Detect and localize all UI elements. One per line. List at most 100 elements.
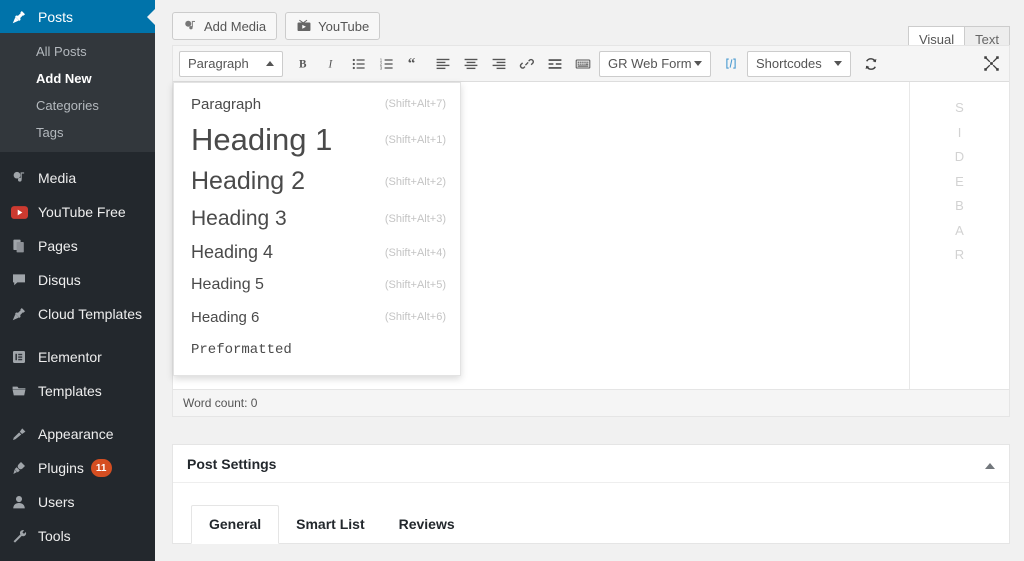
sidebar-item-label: Elementor: [38, 349, 102, 365]
tab-reviews[interactable]: Reviews: [382, 506, 472, 543]
sidebar-item-cloud-templates[interactable]: Cloud Templates: [0, 297, 155, 331]
sidebar-item-tools[interactable]: Tools: [0, 519, 155, 553]
tab-general[interactable]: General: [191, 505, 280, 544]
sidebar-item-label: Users: [38, 494, 75, 510]
post-settings-title: Post Settings: [187, 455, 277, 472]
format-option-heading-3[interactable]: Heading 3 (Shift+Alt+3): [174, 201, 460, 236]
pages-icon: [9, 238, 29, 254]
format-option-shortcut: (Shift+Alt+6): [384, 311, 446, 323]
svg-text:I: I: [327, 58, 333, 70]
svg-text:“: “: [408, 56, 416, 72]
bold-button[interactable]: B: [289, 50, 317, 78]
sidebar-letter: E: [955, 173, 964, 189]
shortcodes-select[interactable]: Shortcodes: [747, 50, 851, 77]
editor-statusbar: Word count: 0: [172, 390, 1010, 417]
italic-button[interactable]: I: [317, 50, 345, 78]
format-option-shortcut: (Shift+Alt+7): [384, 98, 446, 110]
sidebar-item-label: Disqus: [38, 272, 81, 288]
media-buttons-row: Add Media YouTube Visual Text: [172, 12, 1010, 54]
format-option-heading-1[interactable]: Heading 1 (Shift+Alt+1): [174, 118, 460, 162]
gr-web-form-select[interactable]: GR Web Form: [599, 50, 711, 77]
sidebar-item-disqus[interactable]: Disqus: [0, 263, 155, 297]
chevron-down-icon: [834, 61, 842, 66]
gr-web-form-label: GR Web Form: [608, 56, 692, 71]
sidebar-item-label: Tools: [38, 528, 71, 544]
sidebar-item-label: Plugins: [38, 460, 84, 476]
format-select[interactable]: Paragraph: [179, 50, 283, 77]
align-right-button[interactable]: [485, 50, 513, 78]
main-content: Add Media YouTube Visual Text Paragraph …: [155, 0, 1024, 561]
sidebar-item-pages[interactable]: Pages: [0, 229, 155, 263]
distraction-free-button[interactable]: [977, 50, 1005, 78]
sidebar-letter: I: [957, 124, 962, 140]
plug-icon: [9, 460, 29, 476]
format-option-heading-5[interactable]: Heading 5 (Shift+Alt+5): [174, 269, 460, 301]
sidebar-item-label: Posts: [38, 8, 74, 25]
svg-text:3: 3: [380, 65, 383, 70]
add-media-icon: [183, 19, 198, 34]
chevron-up-icon: [266, 61, 274, 66]
post-settings-body: General Smart List Reviews: [173, 483, 1009, 544]
format-option-preformatted[interactable]: Preformatted: [174, 333, 460, 366]
add-media-label: Add Media: [204, 18, 267, 34]
numbered-list-button[interactable]: 1 2 3: [373, 50, 401, 78]
sidebar-letter: R: [954, 247, 965, 262]
post-settings-header: Post Settings: [173, 445, 1009, 483]
keyboard-shortcuts-button[interactable]: [569, 50, 597, 78]
sidebar-item-youtube-free[interactable]: YouTube Free: [0, 195, 155, 229]
format-option-heading-6[interactable]: Heading 6 (Shift+Alt+6): [174, 301, 460, 333]
format-option-heading-2[interactable]: Heading 2 (Shift+Alt+2): [174, 162, 460, 201]
format-option-heading-4[interactable]: Heading 4 (Shift+Alt+4): [174, 236, 460, 269]
sidebar-item-users[interactable]: Users: [0, 485, 155, 519]
code-brackets-button[interactable]: [717, 50, 745, 78]
submenu-item-tags[interactable]: Tags: [0, 119, 155, 146]
sidebar-item-appearance[interactable]: Appearance: [0, 417, 155, 451]
post-settings-tabs: General Smart List Reviews: [173, 505, 1009, 544]
submenu-item-add-new[interactable]: Add New: [0, 65, 155, 92]
format-option-label: Heading 4: [191, 242, 274, 262]
plugins-update-badge: 11: [90, 459, 112, 477]
bulleted-list-button[interactable]: [345, 50, 373, 78]
submenu-item-all-posts[interactable]: All Posts: [0, 38, 155, 65]
refresh-button[interactable]: [857, 50, 885, 78]
sidebar-item-templates[interactable]: Templates: [0, 374, 155, 408]
sidebar-item-posts[interactable]: Posts: [0, 0, 155, 33]
sidebar-item-elementor[interactable]: Elementor: [0, 340, 155, 374]
format-dropdown-menu: Paragraph (Shift+Alt+7) Heading 1 (Shift…: [173, 82, 461, 376]
pin-icon: [9, 306, 29, 322]
post-settings-box: Post Settings General Smart List Reviews: [172, 444, 1010, 544]
elementor-icon: [9, 349, 29, 365]
svg-text:B: B: [299, 58, 307, 70]
align-center-button[interactable]: [457, 50, 485, 78]
word-count: Word count: 0: [183, 396, 258, 410]
post-editor: Add Media YouTube Visual Text Paragraph …: [172, 0, 1010, 417]
sidebar-item-label: YouTube Free: [38, 204, 126, 220]
sidebar-divider: [0, 152, 155, 161]
sidebar-letter: B: [955, 198, 964, 213]
shortcodes-label: Shortcodes: [756, 56, 822, 71]
add-media-button[interactable]: Add Media: [172, 12, 278, 40]
read-more-button[interactable]: [541, 50, 569, 78]
post-settings-toggle[interactable]: [981, 457, 999, 475]
media-icon: [9, 170, 29, 186]
triangle-up-icon: [985, 463, 995, 469]
format-option-shortcut: (Shift+Alt+5): [384, 279, 446, 291]
submenu-item-categories[interactable]: Categories: [0, 92, 155, 119]
wrench-icon: [9, 528, 29, 544]
sidebar-item-label: Templates: [38, 383, 102, 399]
sidebar-letter: A: [955, 222, 964, 238]
blockquote-button[interactable]: “: [401, 50, 429, 78]
format-option-paragraph[interactable]: Paragraph (Shift+Alt+7): [174, 90, 460, 118]
editor-sidebar-placeholder: S I D E B A R: [909, 82, 1009, 389]
sidebar-item-label: Pages: [38, 238, 78, 254]
youtube-icon: [9, 205, 29, 219]
brush-icon: [9, 426, 29, 442]
youtube-button[interactable]: YouTube: [285, 12, 381, 40]
align-left-button[interactable]: [429, 50, 457, 78]
folder-icon: [9, 383, 29, 399]
link-button[interactable]: [513, 50, 541, 78]
format-option-shortcut: (Shift+Alt+4): [384, 246, 446, 259]
tab-smart-list[interactable]: Smart List: [279, 506, 381, 543]
sidebar-item-plugins[interactable]: Plugins 11: [0, 451, 155, 485]
sidebar-item-media[interactable]: Media: [0, 161, 155, 195]
